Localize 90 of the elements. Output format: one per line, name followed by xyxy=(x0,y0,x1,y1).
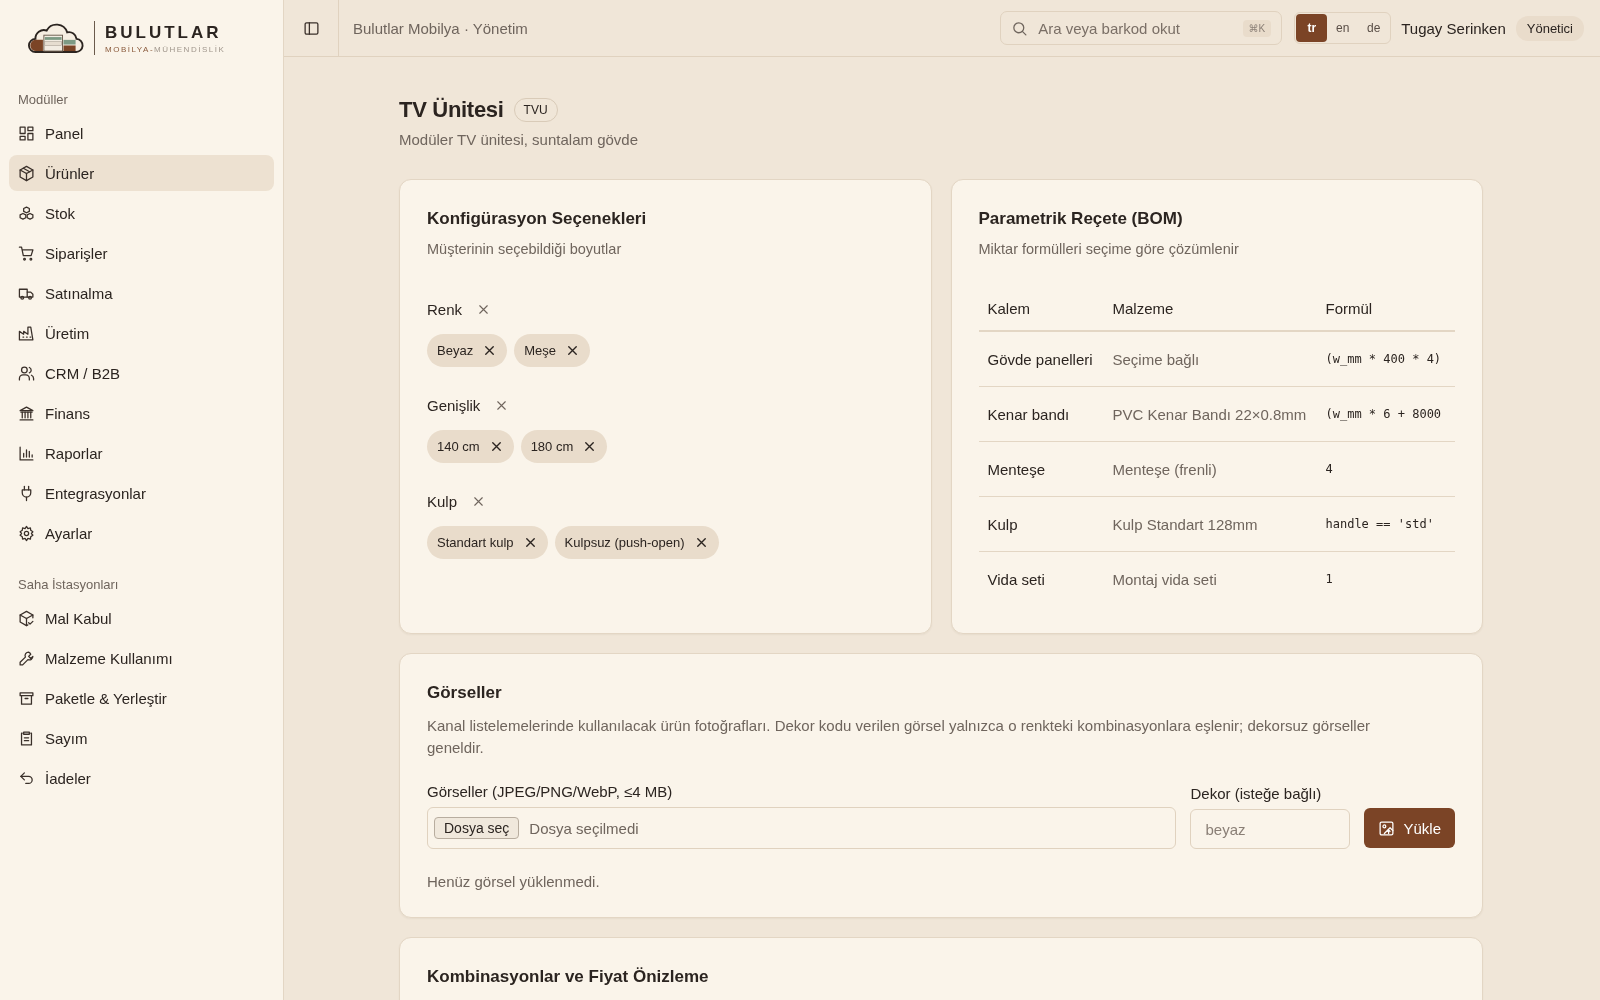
table-cell: 4 xyxy=(1316,441,1455,497)
brand-name: BULUTLAR xyxy=(105,22,223,43)
table-cell: Seçime bağlı xyxy=(1103,331,1317,387)
user-name: Tugay Serinken xyxy=(1401,19,1506,37)
table-cell: (w_mm * 400 * 4) xyxy=(1316,331,1455,387)
chip-label: Kulpsuz (push-open) xyxy=(564,535,685,550)
card-description: Kanal listelemelerinde kullanılacak ürün fotoğrafları. Dekor kodu verilen görsel yalnızca o renkteki kombinasyonlara eşlenir; dekorsuz görseller geneldir. xyxy=(427,716,1371,758)
settings-icon xyxy=(18,524,35,542)
sidebar-item[interactable]: Ayarlar xyxy=(9,515,274,551)
sidebar-item[interactable]: İadeler xyxy=(9,760,274,796)
table-cell: PVC Kenar Bandı 22×0.8mm xyxy=(1103,386,1317,442)
boxes-icon xyxy=(18,204,35,222)
language-option[interactable]: en xyxy=(1327,14,1359,42)
field-label: Dekor (isteğe bağlı) xyxy=(1190,785,1323,802)
option-name: Genişlik xyxy=(427,397,481,414)
archive-icon xyxy=(18,689,35,707)
upload-button[interactable]: Yükle xyxy=(1364,808,1455,848)
shortcut-hint: ⌘K xyxy=(1242,19,1272,37)
chip-label: Beyaz xyxy=(437,343,474,358)
factory-icon xyxy=(18,324,35,342)
table-cell: Montaj vida seti xyxy=(1103,551,1317,606)
empty-note: Henüz görsel yüklenmedi. xyxy=(427,873,601,890)
cart-icon xyxy=(18,244,35,262)
role-badge: Yönetici xyxy=(1515,15,1584,41)
image-upload-icon xyxy=(1378,819,1396,837)
clipboard-icon xyxy=(18,729,35,747)
undo-icon xyxy=(18,769,35,787)
sidebar-item[interactable]: Paketle & Yerleştir xyxy=(9,680,274,716)
sidebar-item[interactable]: CRM / B2B xyxy=(9,355,274,391)
sidebar-item[interactable]: Panel xyxy=(9,115,274,151)
card-title: Görseller xyxy=(427,683,503,703)
table-cell: Kulp Standart 128mm xyxy=(1103,496,1317,552)
table-cell: Vida seti xyxy=(978,551,1104,606)
sidebar-item[interactable]: Ürünler xyxy=(9,155,274,191)
sidebar-panel-icon xyxy=(302,19,320,37)
bank-icon xyxy=(18,404,35,422)
table-cell: Kulp xyxy=(978,496,1104,552)
wrench-icon xyxy=(18,649,35,667)
page-subtitle: Modüler TV ünitesi, suntalam gövde xyxy=(399,131,640,148)
table-cell: (w_mm * 6 + 8000 xyxy=(1316,386,1455,442)
card-subtitle: Müşterinin seçebildiği boyutlar xyxy=(427,241,623,257)
language-option[interactable]: de xyxy=(1358,14,1390,42)
card-title: Konfigürasyon Seçenekleri xyxy=(427,209,648,229)
sidebar-item[interactable]: Üretim xyxy=(9,315,274,351)
table-cell: 1 xyxy=(1316,551,1455,606)
card-title: Kombinasyonlar ve Fiyat Önizleme xyxy=(427,967,710,987)
table-cell: Menteşe xyxy=(978,441,1104,497)
sidebar-item[interactable]: Satınalma xyxy=(9,275,274,311)
table-cell: Gövde panelleri xyxy=(978,331,1104,387)
chip-label: 180 cm xyxy=(530,439,574,454)
table-cell: Kenar bandı xyxy=(978,386,1104,442)
card-title: Parametrik Reçete (BOM) xyxy=(978,209,1184,229)
column-header: Formül xyxy=(1316,287,1455,331)
sidebar-item[interactable]: Mal Kabul xyxy=(9,600,274,636)
chip-label: Standart kulp xyxy=(437,535,514,550)
users-icon xyxy=(18,364,35,382)
package-icon xyxy=(18,164,35,182)
brand-tagline: MOBİLYA-MÜHENDİSLİK xyxy=(105,44,226,54)
sidebar-section-title: Saha İstasyonları xyxy=(17,577,120,594)
dashboard-grid-icon xyxy=(18,124,35,142)
option-name: Kulp xyxy=(427,493,458,510)
sidebar-item[interactable]: Stok xyxy=(9,195,274,231)
language-option[interactable]: tr xyxy=(1296,14,1328,42)
package-check-icon xyxy=(18,609,35,627)
card-subtitle: Miktar formülleri seçime göre çözümlenir xyxy=(978,241,1240,257)
choose-file-button[interactable]: Dosya seç xyxy=(434,817,520,839)
sidebar-item[interactable]: Entegrasyonlar xyxy=(9,475,274,511)
table-cell: Menteşe (frenli) xyxy=(1103,441,1317,497)
sidebar-item[interactable]: Malzeme Kullanımı xyxy=(9,640,274,676)
file-status: Dosya seçilmedi xyxy=(529,819,639,837)
search-field[interactable]: Ara veya barkod okut xyxy=(1036,18,1235,38)
bar-chart-icon xyxy=(18,444,35,462)
field-label: Görseller (JPEG/PNG/WebP, ≤4 MB) xyxy=(427,783,674,800)
breadcrumb: Bulutlar Mobilya · Yönetim xyxy=(353,19,528,37)
chip-label: Meşe xyxy=(524,343,556,358)
table-cell: handle == 'std' xyxy=(1316,496,1455,552)
sidebar-item[interactable]: Siparişler xyxy=(9,235,274,271)
page-title: TV Ünitesi xyxy=(399,97,504,123)
sidebar-item[interactable]: Raporlar xyxy=(9,435,274,471)
sidebar-section-title: Modüller xyxy=(17,92,69,109)
sidebar-item[interactable]: Sayım xyxy=(9,720,274,756)
option-name: Renk xyxy=(427,301,463,318)
cloud-logo-icon xyxy=(28,21,84,55)
chip-label: 140 cm xyxy=(437,439,480,454)
search-icon xyxy=(1011,19,1029,37)
column-header: Kalem xyxy=(978,287,1104,331)
column-header: Malzeme xyxy=(1103,287,1317,331)
file-input[interactable]: Dosya seç Dosya seçilmedi xyxy=(427,807,1177,849)
sidebar-item[interactable]: Finans xyxy=(9,395,274,431)
decor-field[interactable]: beyaz xyxy=(1190,809,1351,849)
